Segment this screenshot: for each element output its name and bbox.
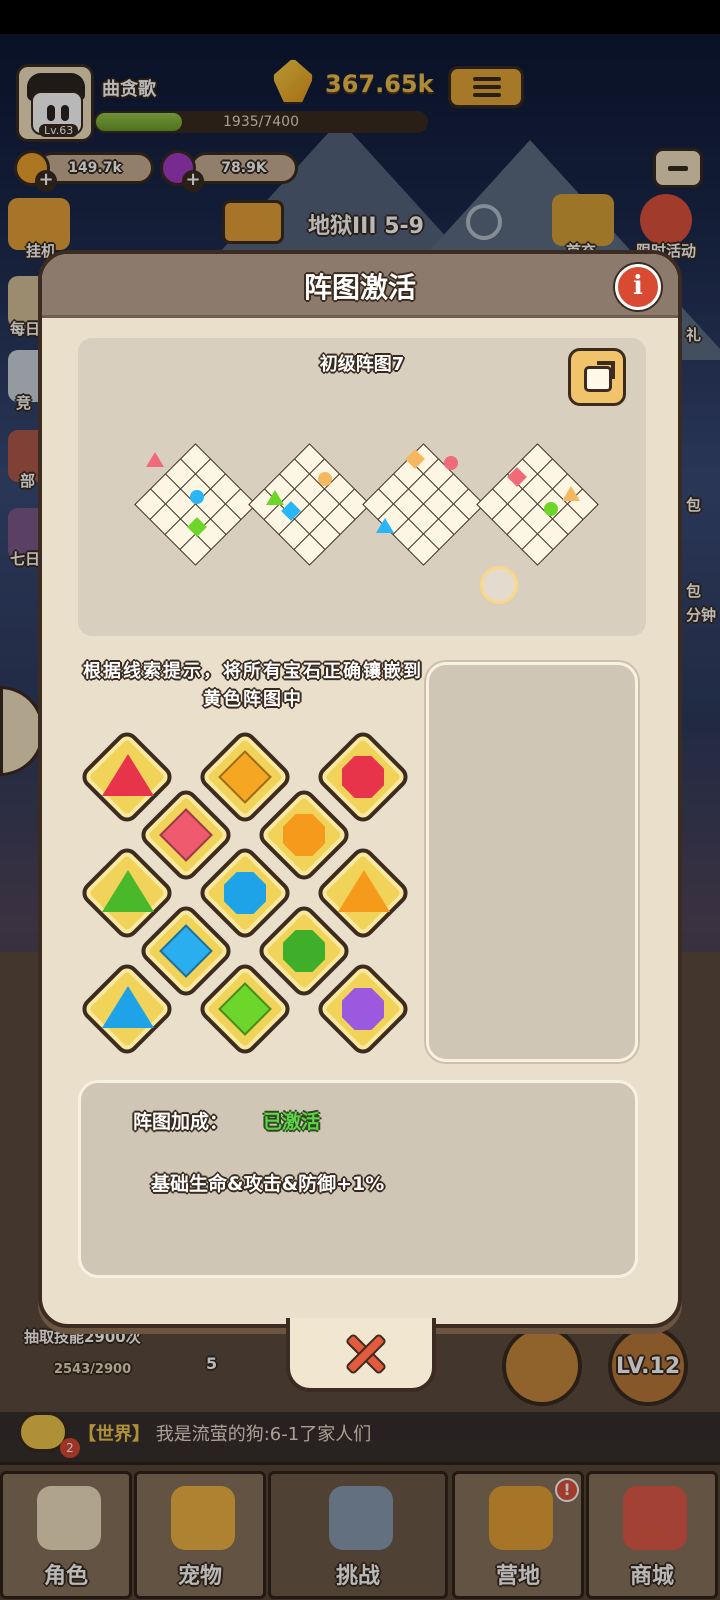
modal-title: 阵图激活 <box>303 271 416 304</box>
clue-triangle-mark <box>146 452 164 467</box>
pattern-title: 初级阵图7 <box>319 354 405 375</box>
formation-activation-modal: 阵图激活 i 初级阵图7 根据线索提示，将所有宝石正确镶嵌到黄色阵图中 阵图加成… <box>38 250 682 1328</box>
clue-grid-2 <box>248 443 371 566</box>
clue-triangle-mark <box>266 490 284 505</box>
bonus-panel: 阵图加成： 已激活 基础生命&攻击&防御+1% <box>78 1080 638 1278</box>
clue-circle-mark <box>444 456 458 470</box>
clue-grid-4 <box>476 443 599 566</box>
bonus-status: 已激活 <box>263 1111 321 1133</box>
bonus-description: 基础生命&攻击&防御+1% <box>151 1173 385 1195</box>
clue-grid-1 <box>134 443 257 566</box>
clue-triangle-mark <box>562 486 580 501</box>
modal-header: 阵图激活 i <box>42 254 678 318</box>
clue-circle-mark <box>190 490 204 504</box>
clue-circle-mark <box>318 472 332 486</box>
clue-pattern-panel: 初级阵图7 <box>78 338 646 636</box>
status-bar <box>0 0 720 34</box>
info-icon[interactable]: i <box>615 264 661 310</box>
close-button[interactable] <box>286 1318 436 1392</box>
instruction-text: 根据线索提示，将所有宝石正确镶嵌到黄色阵图中 <box>83 661 423 710</box>
bonus-label: 阵图加成： <box>133 1111 229 1133</box>
gem-selection-grid <box>76 726 413 1059</box>
share-icon[interactable] <box>568 348 626 406</box>
clue-circle-mark <box>544 502 558 516</box>
clue-triangle-mark <box>376 518 394 533</box>
clue-grid-3 <box>362 443 485 566</box>
tap-cursor-icon <box>480 566 518 604</box>
gem-slot-panel[interactable] <box>426 662 638 1062</box>
